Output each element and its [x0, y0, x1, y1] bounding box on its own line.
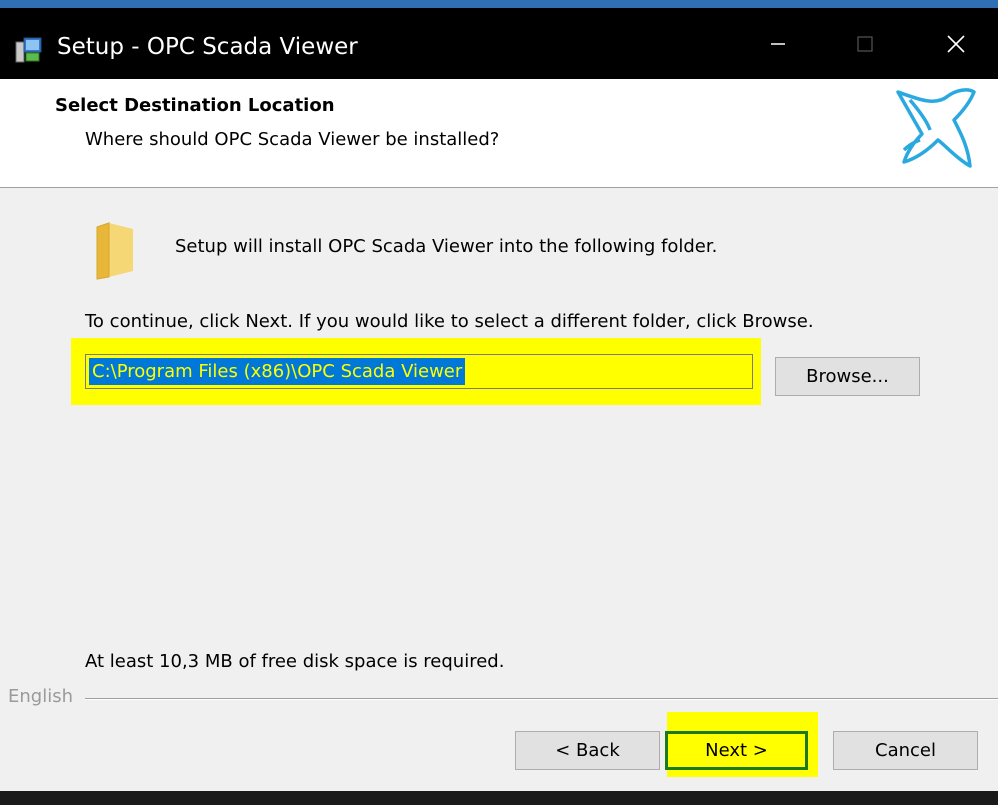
wizard-header: Select Destination Location Where should… — [0, 79, 998, 188]
window-accent-bar — [0, 0, 998, 8]
destination-path-input[interactable]: C:\Program Files (x86)\OPC Scada Viewer — [85, 354, 753, 389]
page-subtitle: Where should OPC Scada Viewer be install… — [85, 129, 500, 150]
maximize-icon — [856, 35, 873, 52]
window-title: Setup - OPC Scada Viewer — [57, 34, 358, 60]
bottom-edge — [0, 791, 998, 805]
close-icon — [946, 34, 965, 53]
install-intro-text: Setup will install OPC Scada Viewer into… — [175, 236, 718, 257]
cancel-button[interactable]: Cancel — [833, 731, 978, 770]
back-button[interactable]: < Back — [515, 731, 660, 770]
close-button[interactable] — [918, 8, 993, 79]
page-title: Select Destination Location — [55, 95, 335, 116]
browse-button[interactable]: Browse... — [775, 357, 920, 396]
minimize-icon — [770, 42, 785, 45]
setup-window: Select Destination Location Where should… — [0, 79, 998, 791]
next-button[interactable]: Next > — [665, 731, 808, 770]
opc-scada-logo-icon — [890, 84, 980, 174]
minimize-button[interactable] — [740, 8, 815, 79]
maximize-button[interactable] — [827, 8, 902, 79]
folder-icon — [93, 221, 137, 281]
destination-path-value: C:\Program Files (x86)\OPC Scada Viewer — [89, 358, 466, 385]
disk-space-note: At least 10,3 MB of free disk space is r… — [85, 651, 505, 672]
footer-separator — [85, 698, 998, 700]
language-label: English — [8, 686, 73, 707]
continue-instructions: To continue, click Next. If you would li… — [85, 311, 814, 332]
setup-app-icon — [14, 34, 44, 64]
